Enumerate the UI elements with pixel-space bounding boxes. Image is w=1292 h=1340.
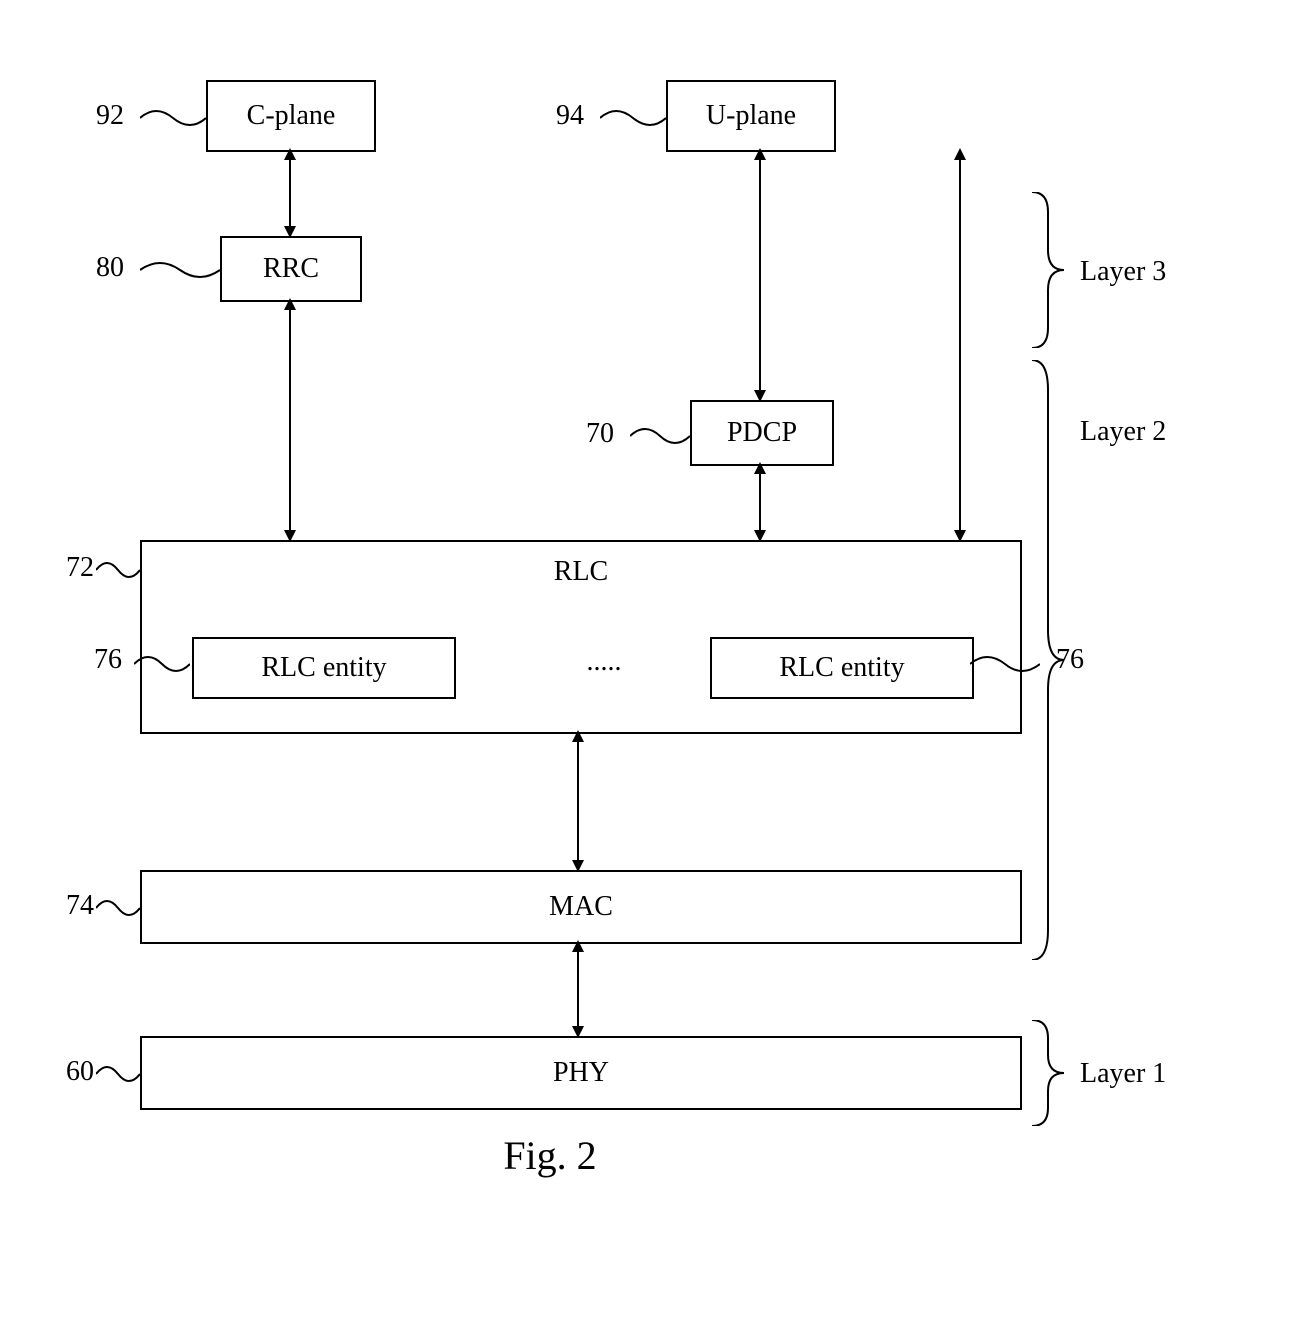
mac-text: MAC [549,891,613,923]
layer1-label: Layer 1 [1080,1054,1220,1094]
ref-rlc-entity-left-text: 76 [94,644,122,676]
tilde-cplane [140,108,206,128]
tilde-rlc-entity-right [970,654,1040,674]
arrow-rlc-mac [568,730,588,872]
uplane-text: U-plane [706,100,796,132]
layer3-text: Layer 3 [1080,256,1166,288]
tilde-rlc [96,560,140,580]
ref-mac-text: 74 [66,890,94,922]
ref-rrc: 80 [80,248,140,288]
diagram-canvas: C-plane U-plane RRC PDCP RLC RLC entity … [0,0,1292,1340]
uplane-box: U-plane [666,80,836,152]
arrow-uplane-pdcp [750,148,770,402]
ref-pdcp: 70 [570,414,630,454]
arrow-uplane-rlc [950,148,970,542]
rlc-entity-text-right: RLC entity [779,652,904,684]
phy-text: PHY [553,1057,609,1089]
cplane-box: C-plane [206,80,376,152]
arrow-rrc-rlc [280,298,300,542]
tilde-rrc [140,260,220,280]
tilde-pdcp [630,426,690,446]
cplane-text: C-plane [247,100,336,132]
brace-layer2 [1032,360,1072,960]
ref-rlc-text: 72 [66,552,94,584]
layer2-label: Layer 2 [1080,412,1220,452]
rlc-box: RLC RLC entity ..... RLC entity [140,540,1022,734]
arrow-cplane-rrc [280,148,300,238]
rlc-entity-box-right: RLC entity [710,637,974,699]
phy-box: PHY [140,1036,1022,1110]
pdcp-text: PDCP [727,417,797,449]
rlc-ellipsis-text: ..... [587,646,622,678]
pdcp-box: PDCP [690,400,834,466]
arrow-pdcp-rlc [750,462,770,542]
mac-box: MAC [140,870,1022,944]
ref-pdcp-text: 70 [586,418,614,450]
brace-layer1 [1032,1020,1072,1126]
brace-layer3 [1032,192,1072,348]
tilde-mac [96,898,140,918]
layer2-text: Layer 2 [1080,416,1166,448]
arrow-mac-phy [568,940,588,1038]
tilde-rlc-entity-left [134,654,190,674]
rlc-title: RLC [142,552,1020,592]
ref-uplane-text: 94 [556,100,584,132]
rlc-ellipsis: ..... [574,642,634,682]
figure-caption: Fig. 2 [0,1130,1100,1180]
rlc-entity-box-left: RLC entity [192,637,456,699]
tilde-uplane [600,108,666,128]
rrc-text: RRC [263,253,319,285]
layer1-text: Layer 1 [1080,1058,1166,1090]
rlc-entity-text-left: RLC entity [261,652,386,684]
rlc-text: RLC [554,556,608,588]
ref-phy-text: 60 [66,1056,94,1088]
ref-rlc-entity-left: 76 [78,640,138,680]
rrc-box: RRC [220,236,362,302]
figure-caption-text: Fig. 2 [503,1132,596,1179]
ref-rrc-text: 80 [96,252,124,284]
layer3-label: Layer 3 [1080,252,1220,292]
ref-cplane: 92 [80,96,140,136]
ref-uplane: 94 [540,96,600,136]
ref-cplane-text: 92 [96,100,124,132]
tilde-phy [96,1064,140,1084]
